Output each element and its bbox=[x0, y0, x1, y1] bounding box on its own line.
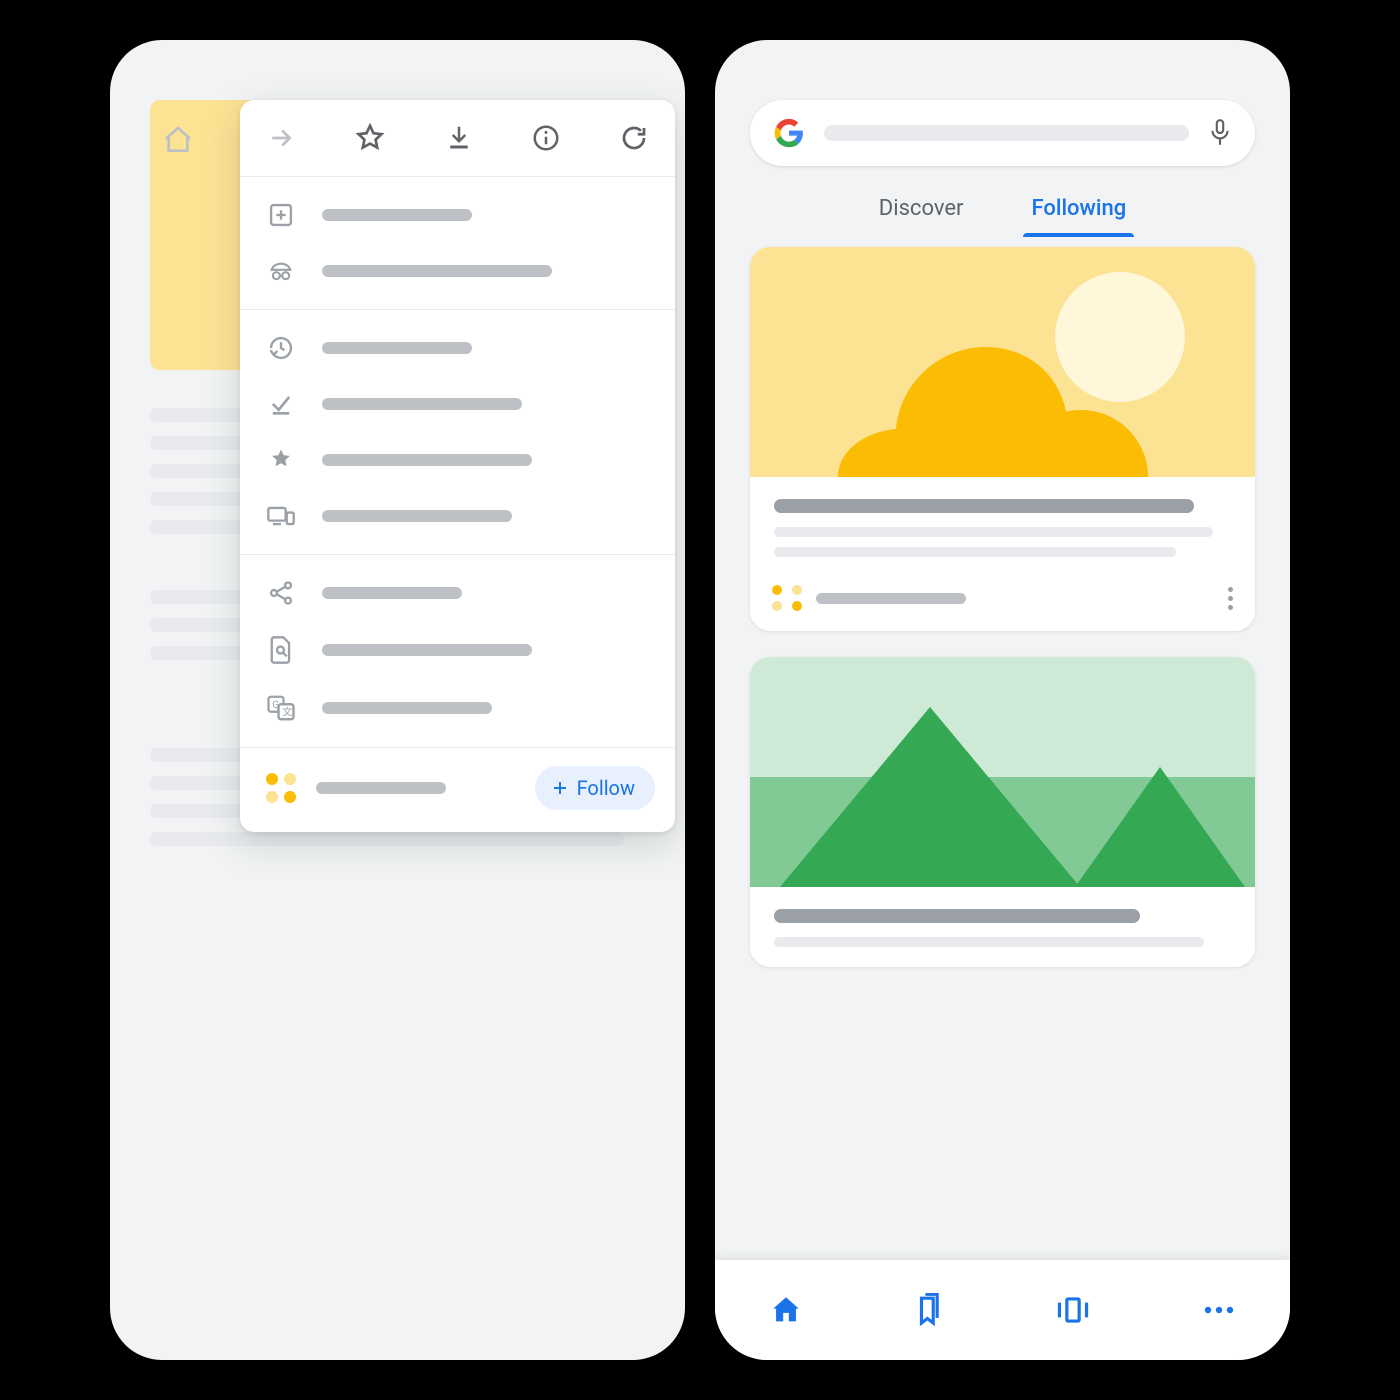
menu-item-label bbox=[322, 644, 532, 656]
reload-icon[interactable] bbox=[619, 123, 649, 153]
downloads-check-icon bbox=[266, 390, 296, 418]
feed-card[interactable] bbox=[750, 247, 1255, 631]
follow-chip[interactable]: Follow bbox=[535, 766, 655, 810]
menu-item-translate[interactable]: G文 bbox=[240, 679, 675, 737]
menu-item-share[interactable] bbox=[240, 565, 675, 621]
menu-item-history[interactable] bbox=[240, 320, 675, 376]
nav-more-icon[interactable] bbox=[1202, 1304, 1236, 1316]
translate-icon: G文 bbox=[266, 693, 296, 723]
menu-item-label bbox=[322, 454, 532, 466]
download-icon[interactable] bbox=[444, 123, 474, 153]
card-body bbox=[750, 477, 1255, 577]
tab-discover[interactable]: Discover bbox=[875, 190, 968, 227]
recent-tabs-devices-icon bbox=[266, 502, 296, 530]
overflow-menu: G文 Follow bbox=[240, 100, 675, 832]
share-icon bbox=[266, 579, 296, 607]
tab-label: Discover bbox=[879, 196, 964, 221]
microphone-icon[interactable] bbox=[1207, 118, 1233, 148]
right-phone: Discover Following bbox=[715, 40, 1290, 1360]
card-title-line bbox=[774, 909, 1140, 923]
menu-item-label bbox=[322, 209, 472, 221]
menu-item-label bbox=[322, 510, 512, 522]
forward-arrow-icon[interactable] bbox=[266, 123, 296, 153]
nav-tab-carousel-icon[interactable] bbox=[1053, 1294, 1093, 1326]
card-title-line bbox=[774, 499, 1194, 513]
menu-item-new-tab[interactable] bbox=[240, 187, 675, 243]
menu-item-find-in-page[interactable] bbox=[240, 621, 675, 679]
google-g-logo bbox=[772, 116, 806, 150]
history-clock-icon bbox=[266, 334, 296, 362]
feed-tabs: Discover Following bbox=[750, 190, 1255, 227]
menu-item-label bbox=[316, 782, 446, 794]
svg-text:文: 文 bbox=[282, 706, 292, 719]
nav-bookmarks-icon[interactable] bbox=[912, 1293, 944, 1327]
feed-card[interactable] bbox=[750, 657, 1255, 967]
card-overflow-icon[interactable] bbox=[1228, 587, 1233, 610]
menu-item-bookmarks[interactable] bbox=[240, 432, 675, 488]
site-colored-dots-icon bbox=[772, 585, 802, 611]
menu-group-2 bbox=[240, 310, 675, 554]
left-phone: G文 Follow bbox=[110, 40, 685, 1360]
follow-chip-label: Follow bbox=[577, 776, 635, 800]
hill-shape bbox=[780, 687, 1080, 887]
card-image bbox=[750, 657, 1255, 887]
menu-item-label bbox=[322, 398, 522, 410]
incognito-icon bbox=[266, 257, 296, 285]
home-icon[interactable] bbox=[162, 124, 194, 156]
card-source-label bbox=[816, 593, 966, 604]
menu-item-label bbox=[322, 265, 552, 277]
card-text-line bbox=[774, 527, 1213, 537]
bookmarks-star-icon bbox=[266, 446, 296, 474]
tab-following[interactable]: Following bbox=[1027, 190, 1130, 227]
menu-item-label bbox=[322, 587, 462, 599]
cloud-shape bbox=[838, 307, 1148, 477]
article-text-line bbox=[150, 832, 625, 846]
menu-item-label bbox=[322, 342, 472, 354]
menu-toolbar bbox=[240, 100, 675, 176]
hill-shape bbox=[1075, 747, 1245, 887]
menu-item-recent-tabs[interactable] bbox=[240, 488, 675, 544]
new-tab-plus-icon bbox=[266, 201, 296, 229]
menu-group-1 bbox=[240, 177, 675, 309]
card-image bbox=[750, 247, 1255, 477]
card-text-line bbox=[774, 937, 1204, 947]
search-bar[interactable] bbox=[750, 100, 1255, 166]
star-outline-icon[interactable] bbox=[354, 122, 386, 154]
info-circle-icon[interactable] bbox=[531, 123, 561, 153]
menu-group-3: G文 bbox=[240, 555, 675, 747]
card-footer bbox=[750, 577, 1255, 631]
nav-home-icon[interactable] bbox=[769, 1293, 803, 1327]
menu-item-downloads[interactable] bbox=[240, 376, 675, 432]
menu-item-label bbox=[322, 702, 492, 714]
menu-item-follow-site[interactable]: Follow bbox=[240, 748, 675, 832]
card-text-line bbox=[774, 547, 1176, 557]
card-body bbox=[750, 887, 1255, 967]
site-colored-dots-icon bbox=[266, 773, 296, 803]
find-in-page-icon bbox=[266, 635, 296, 665]
bottom-nav bbox=[715, 1260, 1290, 1360]
search-query-placeholder bbox=[824, 125, 1189, 141]
menu-item-incognito[interactable] bbox=[240, 243, 675, 299]
tab-label: Following bbox=[1031, 196, 1126, 221]
plus-icon bbox=[551, 779, 569, 797]
